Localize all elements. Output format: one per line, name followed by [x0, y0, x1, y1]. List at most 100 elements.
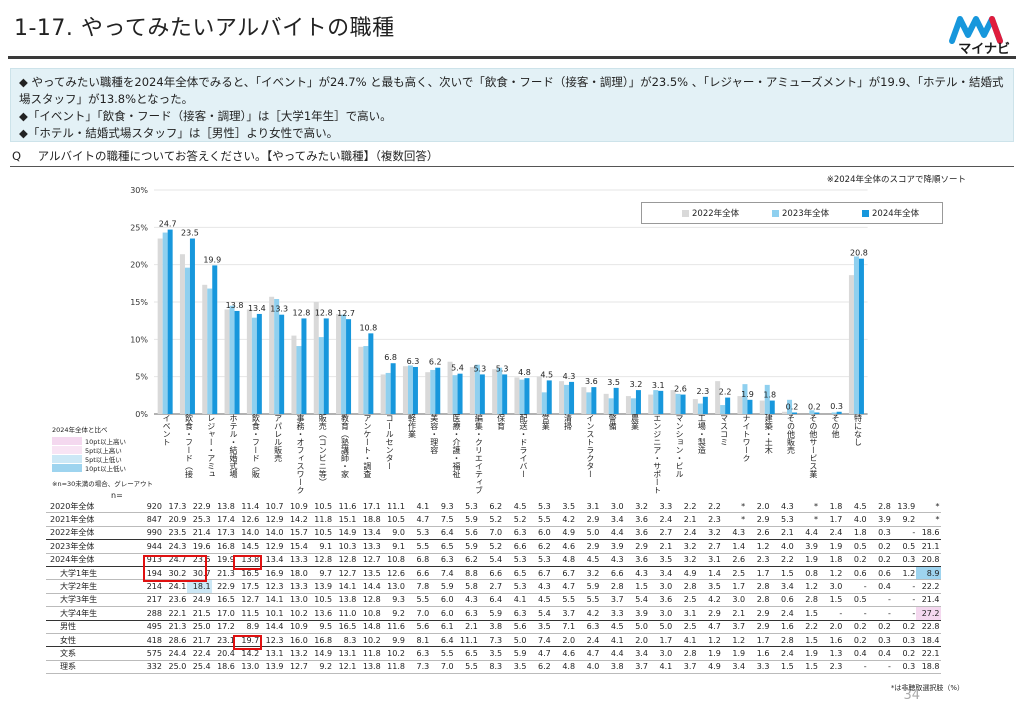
bar-2023年全体	[720, 405, 726, 414]
table-cell: 1.2	[721, 633, 747, 648]
table-cell: 14.0	[260, 526, 285, 541]
table-cell: 3.3	[600, 606, 625, 621]
bar-2022年全体	[603, 393, 609, 414]
page-title: 1-17. やってみたいアルバイトの職種	[14, 16, 395, 41]
table-cell: 20.8	[916, 553, 941, 567]
table-cell: 7.4	[527, 633, 552, 648]
table-cell: 1.2	[891, 566, 917, 581]
bar-2024年全体	[167, 229, 173, 414]
table-cell: 6.3	[454, 606, 479, 621]
table-cell: 13.8	[333, 593, 358, 608]
category-label: その他	[831, 414, 841, 438]
table-cell: 16.5	[211, 593, 236, 608]
table-cell: 15.7	[284, 526, 309, 541]
table-cell: 23.6	[163, 593, 188, 608]
table-cell: 4.2	[576, 606, 601, 621]
table-cell: 17.3	[163, 500, 188, 514]
table-cell: 6.3	[503, 606, 528, 621]
key-title: 2024年全体と比べ	[52, 426, 108, 434]
table-cell: -	[891, 593, 917, 608]
table-cell: 5.5	[430, 646, 455, 661]
table-cell: 13.4	[357, 526, 382, 541]
table-cell: 14.5	[235, 539, 261, 554]
table-cell: 4.1	[600, 633, 625, 648]
table-cell: 16.5	[333, 620, 358, 634]
table-cell: 5.6	[405, 620, 431, 634]
table-cell: 4.8	[551, 660, 577, 675]
table-cell: 12.9	[260, 512, 285, 527]
bar-2023年全体	[162, 232, 168, 414]
row-label: 大学3年生	[46, 593, 133, 608]
table-cell: 2.3	[819, 660, 844, 675]
data-label-2024: 5.3	[473, 364, 486, 373]
row-n: 920	[133, 500, 163, 514]
table-cell: 2.0	[819, 620, 844, 634]
table-cell: 13.9	[891, 500, 917, 514]
bar-2022年全体	[581, 387, 587, 414]
data-label-2024: 24.7	[159, 220, 177, 229]
data-label-2024: 13.8	[226, 301, 244, 310]
table-cell: 17.0	[211, 606, 236, 621]
table-cell: 0.6	[843, 566, 868, 581]
table-cell: 5.9	[454, 539, 479, 554]
table-cell: 2.4	[819, 526, 844, 541]
table-cell: -	[819, 606, 844, 621]
legend-item-2024: 2024年全体	[862, 207, 919, 219]
data-label-2024: 2.6	[674, 385, 687, 394]
table-cell: 9.2	[891, 512, 917, 527]
table-cell: 2.1	[454, 620, 479, 634]
bar-2022年全体	[492, 369, 498, 414]
bar-2024年全体	[256, 313, 262, 414]
table-cell: 3.9	[600, 539, 625, 554]
table-cell: 15.4	[284, 539, 309, 554]
table-cell: 13.4	[260, 553, 285, 567]
data-table: 2020年全体 920 17.3 22.9 13.8 11.4 10.7 10.9 10.5 11…	[46, 500, 941, 675]
table-cell: 25.4	[187, 660, 212, 675]
table-cell: 10.1	[260, 606, 285, 621]
y-tick-label: 15%	[130, 298, 148, 307]
bar-2022年全体	[536, 376, 542, 414]
table-cell: 6.8	[405, 553, 431, 567]
table-cell: 1.4	[721, 539, 747, 554]
table-cell: 3.4	[770, 579, 795, 594]
table-cell: 12.9	[260, 539, 285, 554]
table-cell: 11.6	[381, 620, 406, 634]
table-cell: 1.2	[819, 566, 844, 581]
table-cell: 5.6	[503, 620, 528, 634]
bar-2023年全体	[653, 390, 659, 414]
table-cell: 14.9	[308, 646, 334, 661]
row-label: 2022年全体	[46, 526, 133, 541]
table-cell: 2.8	[794, 593, 820, 608]
table-cell: 5.2	[478, 512, 504, 527]
legend-swatch	[772, 209, 779, 217]
table-cell: 3.6	[624, 526, 649, 541]
category-label: ナイトワーク	[741, 414, 751, 462]
table-row: 大学3年生 217 23.6 24.9 16.5 12.7 14.1 13.0 10.5 13.8…	[46, 593, 941, 608]
legend-swatch	[862, 209, 869, 217]
key-note: ※n=30未満の場合、グレーアウト	[52, 480, 154, 488]
table-cell: 2.4	[770, 606, 795, 621]
table-row: 2023年全体 944 24.3 19.6 16.8 14.5 12.9 15.4 9.1 10.…	[46, 539, 941, 554]
table-cell: 2.7	[478, 579, 504, 594]
table-cell: 5.5	[576, 593, 601, 608]
row-n: 217	[133, 593, 163, 608]
table-cell: 5.8	[454, 579, 479, 594]
table-cell: 4.7	[551, 579, 577, 594]
table-cell: 14.9	[333, 526, 358, 541]
bar-2024年全体	[658, 390, 664, 414]
table-cell: 5.5	[405, 539, 431, 554]
table-cell: 2.1	[648, 539, 674, 554]
table-cell: 4.2	[697, 593, 722, 608]
table-cell: 2.2	[770, 553, 795, 567]
data-label-2024: 0.2	[808, 403, 821, 412]
row-label: 2023年全体	[46, 539, 133, 554]
table-row: 2020年全体 920 17.3 22.9 13.8 11.4 10.7 10.9 10.5 11…	[46, 500, 941, 514]
bar-2024年全体	[702, 396, 708, 414]
row-n: 495	[133, 620, 163, 634]
table-cell: 10.5	[308, 500, 334, 514]
table-cell: 3.7	[721, 620, 747, 634]
row-n: 418	[133, 633, 163, 648]
data-label-2024: 13.4	[248, 304, 266, 313]
table-cell: 4.3	[527, 579, 552, 594]
table-cell: 1.3	[819, 646, 844, 661]
